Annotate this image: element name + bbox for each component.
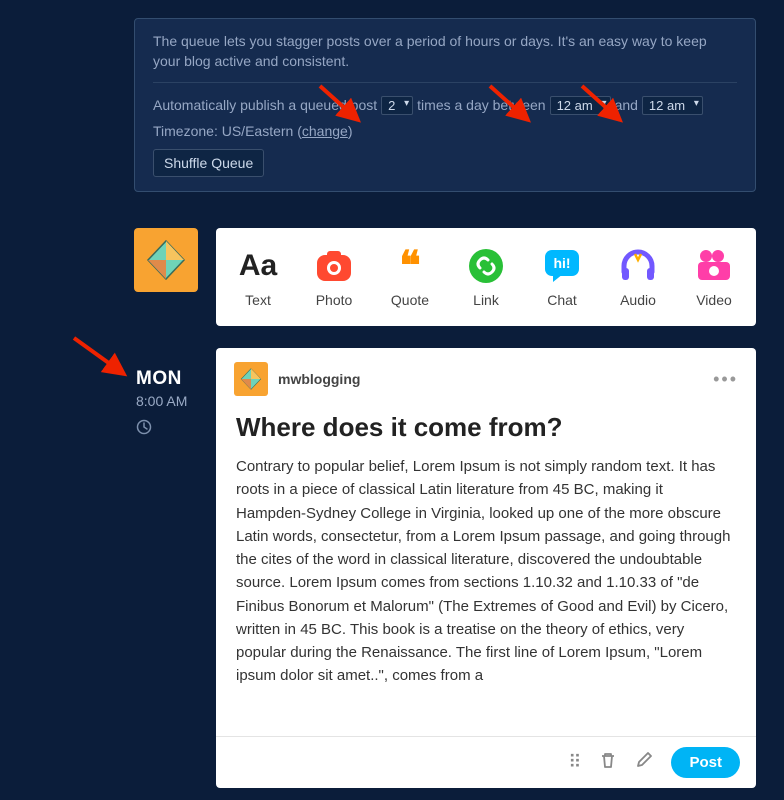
compose-label: Quote bbox=[391, 292, 429, 308]
compose-chat[interactable]: hi! Chat bbox=[529, 246, 595, 308]
shuffle-queue-button[interactable]: Shuffle Queue bbox=[153, 149, 264, 177]
edit-icon[interactable] bbox=[635, 751, 653, 774]
drag-handle-icon[interactable]: ⠿ bbox=[568, 752, 581, 773]
timezone-row: Timezone: US/Eastern (change) bbox=[153, 121, 737, 141]
chat-icon: hi! bbox=[543, 246, 581, 286]
svg-text:hi!: hi! bbox=[553, 255, 570, 271]
post-avatar[interactable] bbox=[234, 362, 268, 396]
blog-avatar[interactable] bbox=[134, 228, 198, 292]
compose-bar: Aa Text Photo ❝ Quote Link hi! Chat Audi… bbox=[216, 228, 756, 326]
change-timezone-link[interactable]: change bbox=[302, 123, 348, 139]
delete-icon[interactable] bbox=[599, 751, 617, 774]
scheduled-day: MON bbox=[136, 368, 187, 390]
compose-label: Audio bbox=[620, 292, 656, 308]
post-body: Contrary to popular belief, Lorem Ipsum … bbox=[216, 451, 756, 736]
frequency-select[interactable]: 2 bbox=[381, 96, 413, 115]
compose-link[interactable]: Link bbox=[453, 246, 519, 308]
queued-post-card: mwblogging ••• Where does it come from? … bbox=[216, 348, 756, 788]
tz-prefix: Timezone: US/Eastern ( bbox=[153, 123, 302, 139]
post-username[interactable]: mwblogging bbox=[278, 371, 360, 387]
queue-auto-row: Automatically publish a queued post 2 ti… bbox=[153, 95, 737, 115]
post-menu-icon[interactable]: ••• bbox=[713, 369, 738, 390]
annotation-arrow bbox=[66, 330, 136, 390]
compose-text[interactable]: Aa Text bbox=[225, 246, 291, 308]
scheduled-time: MON 8:00 AM bbox=[136, 368, 187, 440]
post-footer: ⠿ Post bbox=[216, 736, 756, 788]
compose-quote[interactable]: ❝ Quote bbox=[377, 246, 443, 308]
times-label: times a day between bbox=[417, 95, 545, 115]
post-title: Where does it come from? bbox=[216, 402, 756, 451]
post-button[interactable]: Post bbox=[671, 747, 740, 778]
compose-label: Video bbox=[696, 292, 732, 308]
post-header: mwblogging ••• bbox=[216, 348, 756, 402]
compose-label: Link bbox=[473, 292, 499, 308]
auto-prefix-label: Automatically publish a queued post bbox=[153, 95, 377, 115]
compose-label: Photo bbox=[316, 292, 353, 308]
quote-icon: ❝ bbox=[399, 246, 421, 286]
compose-label: Text bbox=[245, 292, 271, 308]
and-label: and bbox=[615, 95, 638, 115]
link-icon bbox=[468, 246, 504, 286]
avatar-octahedron-icon bbox=[144, 238, 188, 282]
compose-video[interactable]: Video bbox=[681, 246, 747, 308]
queue-settings-panel: The queue lets you stagger posts over a … bbox=[134, 18, 756, 192]
video-camera-icon bbox=[694, 246, 734, 286]
text-icon: Aa bbox=[239, 246, 277, 286]
start-time-select[interactable]: 12 am bbox=[550, 96, 611, 115]
compose-audio[interactable]: Audio bbox=[605, 246, 671, 308]
clock-icon bbox=[136, 419, 187, 440]
tz-suffix: ) bbox=[348, 123, 353, 139]
divider bbox=[153, 82, 737, 83]
queue-description: The queue lets you stagger posts over a … bbox=[153, 31, 737, 72]
camera-icon bbox=[315, 246, 353, 286]
compose-photo[interactable]: Photo bbox=[301, 246, 367, 308]
scheduled-hour: 8:00 AM bbox=[136, 393, 187, 409]
compose-label: Chat bbox=[547, 292, 577, 308]
headphones-icon bbox=[618, 246, 658, 286]
end-time-select[interactable]: 12 am bbox=[642, 96, 703, 115]
